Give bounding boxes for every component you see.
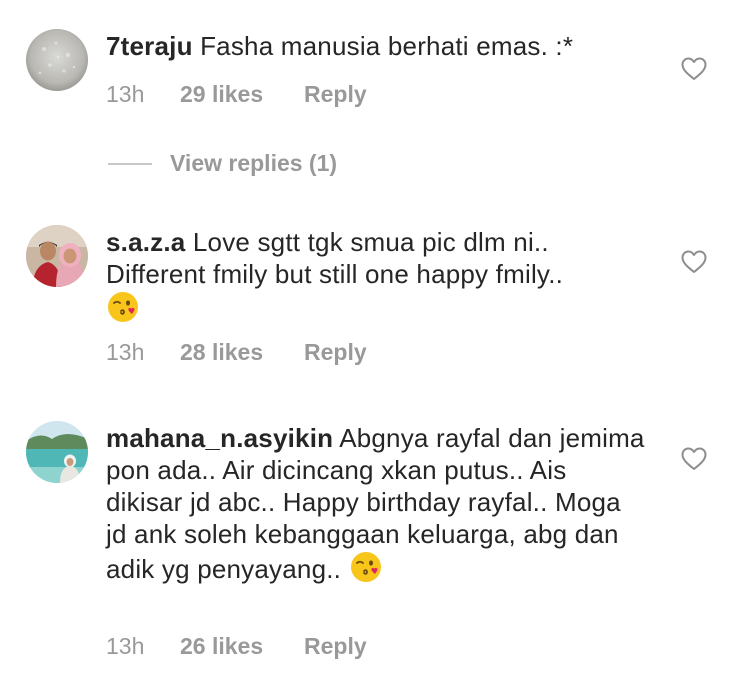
comment-likes[interactable]: 29 likes bbox=[180, 80, 304, 108]
comment-meta: 13h 28 likes Reply bbox=[106, 338, 367, 366]
face-blowing-a-kiss-icon bbox=[106, 290, 140, 324]
comment-time: 13h bbox=[106, 633, 145, 659]
face-blowing-a-kiss-icon bbox=[349, 550, 383, 584]
avatar[interactable] bbox=[26, 421, 88, 483]
reply-button[interactable]: Reply bbox=[304, 632, 367, 660]
comment-time: 13h bbox=[106, 339, 145, 365]
couple-photo-avatar-icon bbox=[26, 225, 88, 287]
comment-meta: 13h 29 likes Reply bbox=[106, 80, 367, 108]
view-replies-toggle[interactable]: View replies (1) bbox=[108, 150, 337, 180]
view-replies-divider bbox=[108, 162, 152, 165]
beach-photo-avatar-icon bbox=[26, 421, 88, 483]
like-heart-icon[interactable] bbox=[681, 57, 707, 81]
comment-username[interactable]: s.a.z.a bbox=[106, 227, 185, 257]
comment-message: Fasha manusia berhati emas. :* bbox=[192, 31, 574, 61]
comment-text: s.a.z.a Love sgtt tgk smua pic dlm ni.. … bbox=[106, 226, 646, 325]
comment-text: 7teraju Fasha manusia berhati emas. :* bbox=[106, 30, 646, 62]
reply-button[interactable]: Reply bbox=[304, 338, 367, 366]
avatar[interactable] bbox=[26, 29, 88, 91]
comment-likes[interactable]: 26 likes bbox=[180, 632, 304, 660]
like-heart-icon[interactable] bbox=[681, 250, 707, 274]
grey-texture-avatar-icon bbox=[26, 29, 88, 91]
comment-likes[interactable]: 28 likes bbox=[180, 338, 304, 366]
reply-button[interactable]: Reply bbox=[304, 80, 367, 108]
comment-username[interactable]: 7teraju bbox=[106, 31, 193, 61]
comment-meta: 13h 26 likes Reply bbox=[106, 632, 367, 660]
comment-username[interactable]: mahana_n.asyikin bbox=[106, 423, 333, 453]
like-heart-icon[interactable] bbox=[681, 447, 707, 471]
view-replies-label[interactable]: View replies (1) bbox=[170, 150, 337, 176]
comment-time: 13h bbox=[106, 81, 145, 107]
comment-text: mahana_n.asyikin Abgnya rayfal dan jemim… bbox=[106, 422, 646, 585]
avatar[interactable] bbox=[26, 225, 88, 287]
